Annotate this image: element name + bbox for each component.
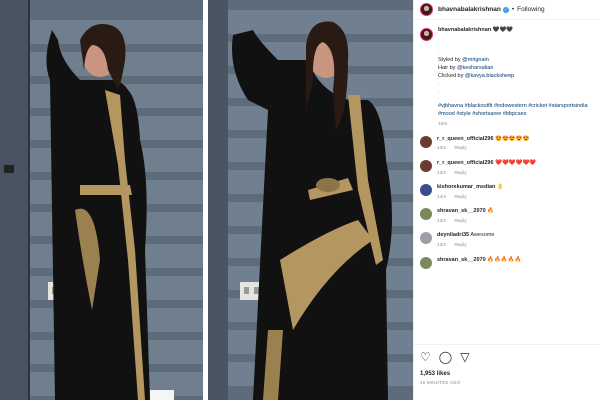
comment-body: shravan_sk__2070 🔥 13m Reply bbox=[437, 208, 587, 225]
action-icons: ♡ ◯ ▽ bbox=[420, 349, 595, 365]
caption-time: 16m bbox=[438, 122, 448, 128]
comment-username[interactable]: shravan_sk__2070 bbox=[437, 208, 486, 214]
comment-username[interactable]: shravan_sk__2070 bbox=[437, 257, 486, 263]
clicked-mention[interactable]: @kavya.blacksheep bbox=[465, 73, 514, 79]
clicked-line: Clicked by @kavya.blacksheep bbox=[438, 73, 595, 81]
comment-username[interactable]: r_r_queen_official296 bbox=[437, 136, 494, 142]
clicked-prefix: Clicked by bbox=[438, 72, 464, 79]
verified-icon: ✓ bbox=[502, 6, 509, 13]
hair-line: Hair by @kesharsalian bbox=[438, 65, 595, 73]
follow-button[interactable]: Following bbox=[517, 6, 544, 13]
caption: bhavnabalakrishnan 🖤🖤🖤 . . . Styled by @… bbox=[420, 27, 595, 129]
comment-item: shravan_sk__2070 🔥🔥🔥🔥🔥 bbox=[420, 256, 595, 269]
comment-text: 🔥🔥🔥🔥🔥 bbox=[487, 256, 522, 263]
caption-dot: . bbox=[438, 80, 440, 87]
comment-icon[interactable]: ◯ bbox=[439, 350, 452, 364]
reply-button[interactable]: Reply bbox=[454, 243, 466, 248]
comment-time: 14m bbox=[437, 194, 447, 200]
post-actions: ♡ ◯ ▽ 1,953 likes 16 MINUTES AGO bbox=[414, 344, 600, 400]
comment-username[interactable]: kishorekumar_msdian bbox=[437, 184, 495, 190]
post-media bbox=[0, 0, 413, 400]
comment-body: shravan_sk__2070 🔥🔥🔥🔥🔥 bbox=[437, 257, 587, 269]
reply-button[interactable]: Reply bbox=[454, 195, 466, 200]
comment-item: kishorekumar_msdian 👌 14m Reply bbox=[420, 184, 595, 201]
comment-item: deyniladri35 Awesome 13m Reply bbox=[420, 232, 595, 249]
heart-icon[interactable]: ♡ bbox=[420, 350, 431, 364]
caption-body: bhavnabalakrishnan 🖤🖤🖤 . . . Styled by @… bbox=[438, 27, 595, 129]
comment-meta: 13m Reply bbox=[437, 170, 587, 178]
photo-right[interactable] bbox=[208, 0, 413, 400]
comment-body: kishorekumar_msdian 👌 14m Reply bbox=[437, 184, 587, 201]
comment-text: 😍😍😍😍😍 bbox=[495, 135, 530, 142]
photo-right-image bbox=[208, 0, 413, 400]
post-header: bhavnabalakrishnan ✓ • Following bbox=[414, 0, 600, 20]
comment-text: Awesome bbox=[470, 232, 495, 239]
caption-hashtags[interactable]: #vjbhavna #blackoutfit #indowestern #cri… bbox=[438, 103, 595, 118]
comment-body: r_r_queen_official296 ❤️❤️❤️❤️❤️❤️ 13m Re… bbox=[437, 160, 587, 177]
comment-item: r_r_queen_official296 ❤️❤️❤️❤️❤️❤️ 13m Re… bbox=[420, 159, 595, 177]
comment-meta: 13m Reply bbox=[437, 242, 587, 250]
post-time-ago: 16 MINUTES AGO bbox=[420, 380, 461, 385]
likes-count[interactable]: 1,953 likes bbox=[420, 371, 595, 377]
separator-dot: • bbox=[511, 6, 515, 13]
styled-prefix: Styled by bbox=[438, 57, 461, 64]
comment-time: 13m bbox=[437, 170, 447, 176]
comment-avatar[interactable] bbox=[420, 256, 432, 269]
caption-emoji: 🖤🖤🖤 bbox=[492, 27, 514, 33]
comment-avatar[interactable] bbox=[420, 184, 432, 197]
comment-body: r_r_queen_official296 😍😍😍😍😍 13m Reply bbox=[437, 136, 587, 153]
comment-username[interactable]: deyniladri35 bbox=[437, 232, 469, 238]
hair-prefix: Hair by bbox=[438, 64, 456, 71]
comment-username[interactable]: r_r_queen_official296 bbox=[437, 160, 494, 166]
styled-line: Styled by @mrignain bbox=[438, 57, 595, 65]
instagram-post: bhavnabalakrishnan ✓ • Following bhavnab… bbox=[0, 0, 600, 400]
header-avatar[interactable] bbox=[420, 3, 433, 16]
comment-text: 👌 bbox=[496, 184, 504, 191]
comment-meta: 13m Reply bbox=[437, 145, 587, 153]
comments-area[interactable]: bhavnabalakrishnan 🖤🖤🖤 . . . Styled by @… bbox=[414, 21, 600, 343]
share-icon[interactable]: ▽ bbox=[460, 350, 469, 364]
caption-dot: . bbox=[438, 49, 440, 56]
caption-dot: . bbox=[438, 34, 440, 41]
comment-item: shravan_sk__2070 🔥 13m Reply bbox=[420, 208, 595, 225]
hair-mention[interactable]: @kesharsalian bbox=[457, 65, 493, 71]
photo-left-image bbox=[0, 0, 203, 400]
comment-time: 13m bbox=[437, 218, 447, 224]
comment-item: r_r_queen_official296 😍😍😍😍😍 13m Reply bbox=[420, 135, 595, 153]
photo-left[interactable] bbox=[0, 0, 203, 400]
comment-avatar[interactable] bbox=[420, 232, 432, 245]
comment-time: 13m bbox=[437, 243, 447, 249]
caption-dot: . bbox=[438, 95, 440, 102]
caption-avatar[interactable] bbox=[420, 28, 433, 41]
comment-avatar[interactable] bbox=[420, 159, 432, 172]
comment-avatar[interactable] bbox=[420, 135, 432, 148]
comment-text: ❤️❤️❤️❤️❤️❤️ bbox=[495, 159, 537, 166]
side-panel: bhavnabalakrishnan ✓ • Following bhavnab… bbox=[413, 0, 600, 400]
comment-avatar[interactable] bbox=[420, 208, 432, 221]
caption-dot: . bbox=[438, 42, 440, 49]
comment-text: 🔥 bbox=[487, 208, 495, 215]
comment-body: deyniladri35 Awesome 13m Reply bbox=[437, 232, 587, 249]
reply-button[interactable]: Reply bbox=[454, 171, 466, 176]
caption-dot: . bbox=[438, 87, 440, 94]
styled-mention[interactable]: @mrignain bbox=[462, 57, 489, 63]
comment-meta: 14m Reply bbox=[437, 194, 587, 202]
comment-time: 13m bbox=[437, 146, 447, 152]
reply-button[interactable]: Reply bbox=[454, 146, 466, 151]
header-username[interactable]: bhavnabalakrishnan bbox=[438, 6, 501, 13]
reply-button[interactable]: Reply bbox=[454, 219, 466, 224]
comment-meta: 13m Reply bbox=[437, 218, 587, 226]
caption-username[interactable]: bhavnabalakrishnan bbox=[438, 27, 491, 33]
